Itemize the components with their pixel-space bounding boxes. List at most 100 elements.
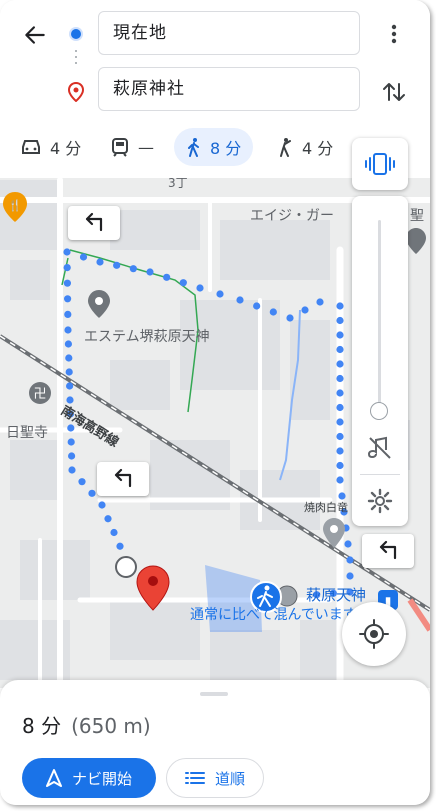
mode-car-label: 4 分 xyxy=(50,139,82,158)
route-dot xyxy=(346,556,354,564)
route-dot xyxy=(196,284,204,292)
mode-train[interactable]: — xyxy=(110,128,154,166)
vibrate-icon xyxy=(365,153,395,175)
place-pin-icon xyxy=(88,290,110,318)
app-frame: 卍 🍴 ▮ エステム堺萩原天神 南海高野線 日聖寺 エイジ・ガー 聖 焼肉白竜 … xyxy=(0,0,430,805)
route-distance: (650 m) xyxy=(71,714,151,738)
turn-left-marker[interactable] xyxy=(97,462,149,496)
origin-field[interactable]: 現在地 xyxy=(98,11,360,55)
sheet-drag-handle[interactable] xyxy=(200,692,228,696)
vibrate-toggle[interactable] xyxy=(352,138,408,190)
zoom-slider-thumb[interactable] xyxy=(370,402,388,420)
route-dot xyxy=(113,261,121,269)
zoom-slider[interactable] xyxy=(378,220,381,410)
route-dot xyxy=(253,302,261,310)
route-dot xyxy=(116,542,124,550)
route-dot xyxy=(88,489,96,497)
map-controls-panel xyxy=(352,196,408,526)
destination-field[interactable]: 萩原神社 xyxy=(98,67,360,111)
car-icon xyxy=(22,140,40,154)
crosshair-icon xyxy=(359,619,389,649)
route-dot xyxy=(65,368,73,376)
list-icon xyxy=(184,772,205,784)
place-label-estem[interactable]: エステム堺萩原天神 xyxy=(84,326,210,346)
route-dot xyxy=(336,302,344,310)
route-dot xyxy=(336,331,344,339)
my-location-button[interactable] xyxy=(342,602,406,666)
route-dot xyxy=(63,248,71,256)
svg-text:卍: 卍 xyxy=(33,387,46,402)
steps-button[interactable]: 道順 xyxy=(166,758,264,798)
route-dot xyxy=(336,432,344,441)
place-label-shop-suffix: 聖 xyxy=(410,208,424,224)
route-dot xyxy=(336,403,344,412)
route-dot xyxy=(96,258,104,266)
swap-icon[interactable] xyxy=(380,78,408,106)
route-dot xyxy=(65,354,73,362)
svg-text:🍴: 🍴 xyxy=(8,199,22,212)
divider xyxy=(360,474,400,475)
route-summary-sheet[interactable]: 8 分 (650 m) ナビ開始 道順 xyxy=(0,680,430,805)
route-dot xyxy=(68,466,76,474)
mode-car[interactable]: 4 分 xyxy=(20,128,81,166)
mode-walk[interactable]: 8 分 xyxy=(174,128,254,166)
start-navigation-label: ナビ開始 xyxy=(71,769,132,788)
origin-dot-icon xyxy=(71,29,81,39)
street-label: 3丁 xyxy=(168,178,188,190)
mode-ride[interactable]: 4 分 xyxy=(276,128,333,166)
place-label-yakiniku[interactable]: 焼肉白竜 xyxy=(304,499,348,515)
mode-ride-label: 4 分 xyxy=(302,139,334,158)
more-options-icon[interactable] xyxy=(384,22,404,46)
place-label-temple[interactable]: 日聖寺 xyxy=(6,422,48,442)
steps-label: 道順 xyxy=(214,769,245,788)
sound-off-icon[interactable] xyxy=(366,434,394,462)
mode-train-label: — xyxy=(138,137,154,157)
route-dot xyxy=(98,501,106,509)
route-dot xyxy=(336,316,344,325)
train-icon xyxy=(112,138,128,157)
route-dot xyxy=(64,310,72,318)
route-dot xyxy=(64,326,72,334)
route-dot xyxy=(68,452,76,460)
route-dot xyxy=(64,340,72,348)
route-dot xyxy=(66,382,74,390)
route-dot xyxy=(63,264,71,272)
start-navigation-button[interactable]: ナビ開始 xyxy=(22,758,156,798)
settings-gear-icon[interactable] xyxy=(366,487,394,515)
mode-walk-label: 8 分 xyxy=(210,139,242,158)
route-dot xyxy=(63,279,71,287)
temple-icon: 卍 xyxy=(29,382,51,404)
route-dot xyxy=(336,389,344,397)
route-dot xyxy=(301,306,309,314)
route-dot xyxy=(336,418,344,426)
route-dot xyxy=(110,528,118,537)
turn-left-marker[interactable] xyxy=(362,534,414,568)
route-dot xyxy=(336,374,344,383)
route-dot xyxy=(79,253,88,261)
turn-left-icon xyxy=(114,468,132,488)
traffic-note: 通常に比べて混んでいます xyxy=(190,607,357,623)
route-dot xyxy=(179,279,187,287)
route-dot xyxy=(146,268,154,276)
turn-left-icon xyxy=(379,540,397,560)
place-label-shop[interactable]: エイジ・ガー xyxy=(250,205,334,225)
route-summary: 8 分 (650 m) xyxy=(22,710,151,739)
route-dot xyxy=(344,540,352,548)
navigation-arrow-icon xyxy=(45,769,62,787)
walk-icon xyxy=(188,138,199,157)
route-dot xyxy=(316,298,324,306)
route-dot xyxy=(163,273,171,281)
route-dot xyxy=(336,360,344,368)
route-dot xyxy=(336,476,344,484)
route-dot xyxy=(67,438,75,446)
route-dot xyxy=(78,478,86,486)
route-dot xyxy=(269,308,277,316)
route-dot xyxy=(286,314,294,322)
turn-left-icon xyxy=(85,212,103,232)
route-dot xyxy=(336,345,344,354)
route-dot xyxy=(64,295,72,303)
turn-left-marker[interactable] xyxy=(68,206,120,240)
destination-marker-icon xyxy=(67,82,85,102)
connector-dots-icon xyxy=(75,50,77,72)
back-arrow-icon[interactable] xyxy=(22,22,48,48)
